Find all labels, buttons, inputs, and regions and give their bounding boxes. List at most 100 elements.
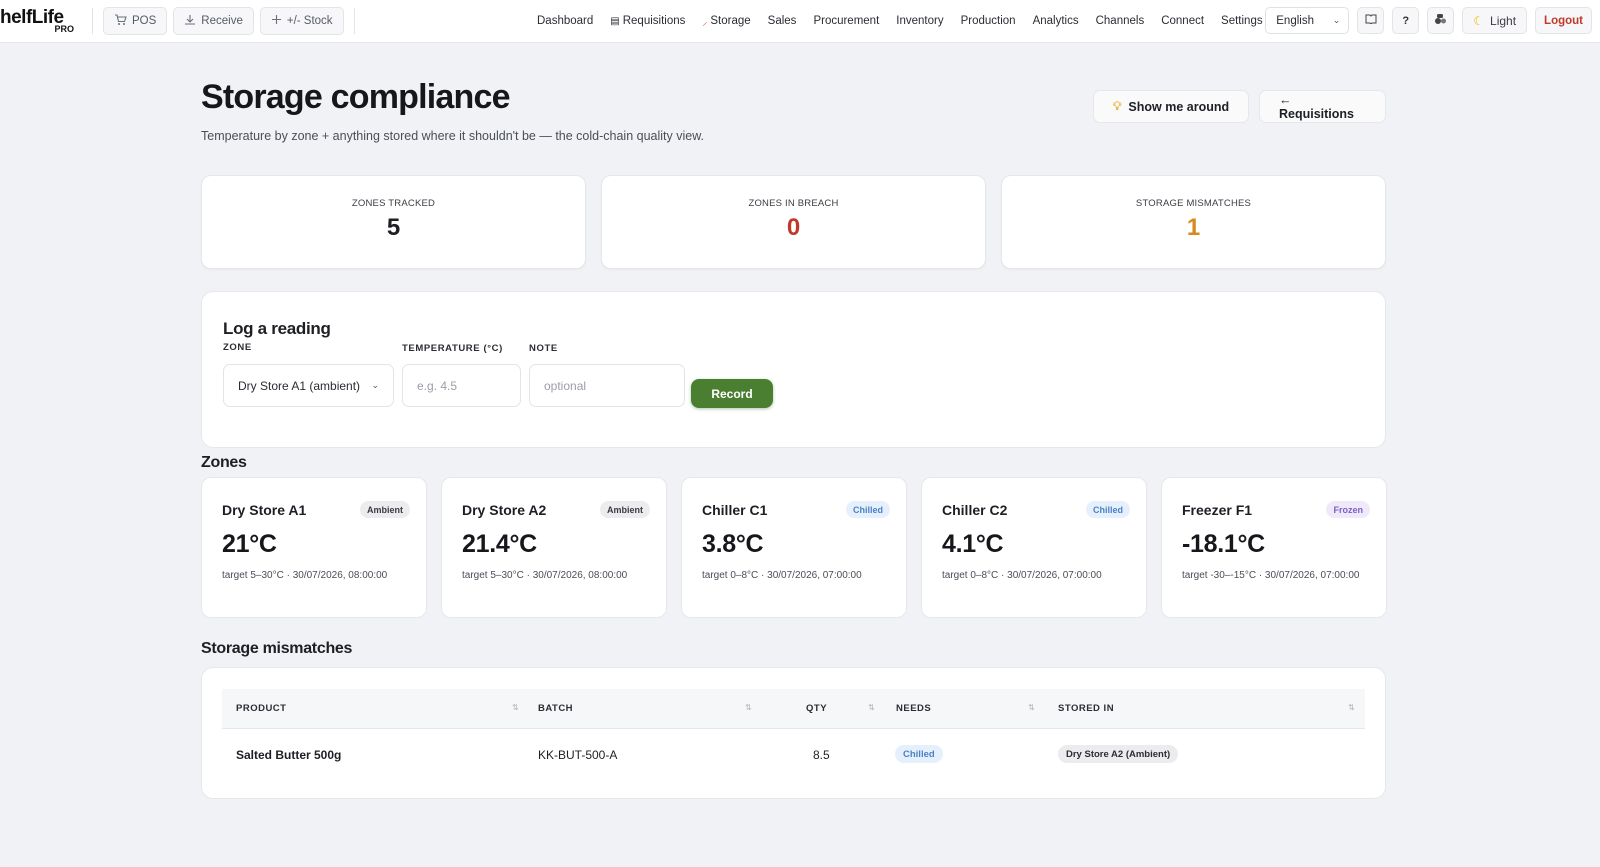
- record-button[interactable]: Record: [691, 379, 773, 408]
- zone-type-badge: Chilled: [1085, 501, 1130, 518]
- toolbar-right: English ⌄ ? ☾ Light Logout: [1265, 7, 1592, 34]
- column-header-needs[interactable]: NEEDS: [896, 703, 931, 714]
- show-me-around-button[interactable]: 💡︎ Show me around: [1093, 90, 1250, 123]
- nav-connect[interactable]: Connect: [1161, 15, 1204, 27]
- stat-value: 5: [386, 214, 401, 241]
- log-reading-card: Log a reading ZONE Dry Store A1 (ambient…: [201, 291, 1386, 448]
- top-bar: helfLife PRO POS Receive +/- Stock Dashb…: [0, 0, 1600, 43]
- manual-button[interactable]: [1357, 7, 1385, 34]
- divider: [353, 8, 355, 34]
- help-icon: ?: [1402, 14, 1410, 27]
- nav-analytics[interactable]: Analytics: [1033, 15, 1079, 27]
- column-header-product[interactable]: PRODUCT: [236, 703, 286, 714]
- zones-title: Zones: [201, 454, 247, 471]
- zone-name: Dry Store A2: [462, 502, 547, 518]
- theme-label: Light: [1490, 13, 1517, 28]
- help-button[interactable]: ?: [1392, 7, 1420, 34]
- mismatches-title: Storage mismatches: [201, 640, 353, 657]
- book-icon: [1365, 14, 1377, 27]
- nav-label: Storage: [710, 15, 751, 27]
- cell-batch: KK-BUT-500-A: [538, 748, 618, 762]
- nav-storage[interactable]: ⸝ Storage: [702, 14, 750, 28]
- zone-card[interactable]: Dry Store A2 Ambient 21.4°C target 5–30°…: [441, 477, 667, 618]
- back-label: ← Requisitions: [1279, 92, 1355, 121]
- sort-icon[interactable]: ⇅: [1028, 703, 1035, 712]
- temperature-label: TEMPERATURE (°C): [402, 343, 503, 354]
- column-header-batch[interactable]: BATCH: [538, 703, 573, 714]
- note-input[interactable]: optional: [529, 364, 685, 407]
- nav-production[interactable]: Production: [961, 15, 1016, 27]
- sort-icon[interactable]: ⇅: [745, 703, 752, 712]
- nav-sales[interactable]: Sales: [768, 15, 797, 27]
- receive-label: Receive: [201, 15, 243, 27]
- nav-dashboard[interactable]: Dashboard: [537, 15, 593, 27]
- zone-name: Chiller C1: [702, 502, 768, 518]
- zone-name: Freezer F1: [1182, 502, 1253, 518]
- note-label: NOTE: [529, 343, 558, 354]
- temperature-placeholder: e.g. 4.5: [417, 378, 458, 393]
- theme-toggle[interactable]: ☾ Light: [1462, 7, 1528, 34]
- zone-select[interactable]: Dry Store A1 (ambient) ⌄: [223, 364, 394, 407]
- log-reading-title: Log a reading: [223, 319, 331, 338]
- download-icon: [184, 14, 196, 29]
- sort-icon[interactable]: ⇅: [1348, 703, 1355, 712]
- logout-button[interactable]: Logout: [1535, 7, 1592, 34]
- zone-card[interactable]: Chiller C2 Chilled 4.1°C target 0–8°C · …: [921, 477, 1147, 618]
- nav-label: Analytics: [1032, 15, 1079, 27]
- cart-icon: [114, 13, 127, 29]
- back-to-requisitions-button[interactable]: ← Requisitions: [1259, 90, 1386, 123]
- zone-type-badge: Ambient: [360, 501, 410, 518]
- nav-label: Sales: [767, 15, 797, 27]
- nav-procurement[interactable]: Procurement: [813, 15, 879, 27]
- zone-card[interactable]: Freezer F1 Frozen -18.1°C target -30–-15…: [1161, 477, 1387, 618]
- zone-target-meta: target 5–30°C · 30/07/2026, 08:00:00: [222, 570, 388, 581]
- stat-label: ZONES TRACKED: [351, 198, 436, 209]
- nav-inventory[interactable]: Inventory: [896, 15, 943, 27]
- zone-temperature: -18.1°C: [1182, 530, 1265, 558]
- temperature-input[interactable]: e.g. 4.5: [402, 364, 521, 407]
- stat-storage-mismatches: STORAGE MISMATCHES 1: [1001, 175, 1386, 269]
- nav-settings[interactable]: Settings: [1221, 15, 1263, 27]
- nav-label: Inventory: [896, 15, 944, 27]
- zone-type-badge: Chilled: [845, 501, 890, 518]
- needs-badge: Chilled: [895, 745, 943, 763]
- zone-card[interactable]: Chiller C1 Chilled 3.8°C target 0–8°C · …: [681, 477, 907, 618]
- zone-temperature: 21.4°C: [462, 530, 537, 558]
- moon-icon: ☾: [1473, 13, 1485, 28]
- chevron-down-icon: ⌄: [1332, 15, 1341, 25]
- zone-card[interactable]: Dry Store A1 Ambient 21°C target 5–30°C …: [201, 477, 427, 618]
- zone-target-meta: target 5–30°C · 30/07/2026, 08:00:00: [462, 570, 628, 581]
- adjust-stock-button[interactable]: +/- Stock: [259, 7, 344, 35]
- note-placeholder: optional: [544, 378, 587, 393]
- show-me-around-label: Show me around: [1128, 99, 1230, 114]
- zone-type-badge: Frozen: [1326, 501, 1370, 518]
- zone-name: Chiller C2: [942, 502, 1008, 518]
- nav-label: Requisitions: [622, 15, 686, 27]
- cell-product: Salted Butter 500g: [236, 748, 342, 762]
- pos-button[interactable]: POS: [103, 7, 168, 35]
- nav-channels[interactable]: Channels: [1096, 15, 1145, 27]
- stored-in-badge: Dry Store A2 (Ambient): [1058, 745, 1179, 763]
- brand-logo[interactable]: helfLife PRO: [0, 8, 80, 34]
- zone-select-value: Dry Store A1 (ambient): [238, 378, 361, 393]
- cell-qty: 8.5: [813, 748, 830, 762]
- column-header-stored-in[interactable]: STORED IN: [1058, 703, 1114, 714]
- stat-label: ZONES IN BREACH: [748, 198, 839, 209]
- stat-zones-in-breach: ZONES IN BREACH 0: [601, 175, 986, 269]
- assistant-button[interactable]: [1427, 7, 1455, 34]
- receive-button[interactable]: Receive: [173, 7, 254, 35]
- nav-requisitions[interactable]: ▤ Requisitions: [610, 15, 685, 27]
- logout-label: Logout: [1544, 14, 1583, 27]
- zone-label: ZONE: [223, 342, 252, 353]
- column-header-qty[interactable]: QTY: [806, 703, 827, 714]
- language-select[interactable]: English ⌄: [1265, 7, 1350, 34]
- zone-target-meta: target 0–8°C · 30/07/2026, 07:00:00: [702, 570, 862, 581]
- zone-target-meta: target -30–-15°C · 30/07/2026, 07:00:00: [1182, 570, 1360, 581]
- language-value: English: [1276, 14, 1314, 27]
- nav-label: Settings: [1221, 15, 1263, 27]
- sort-icon[interactable]: ⇅: [868, 703, 875, 712]
- brand-sub: PRO: [54, 24, 74, 34]
- mismatches-card: PRODUCT ⇅ BATCH ⇅ QTY ⇅ NEEDS ⇅ STORED I…: [201, 667, 1386, 799]
- lightbulb-icon: 💡︎: [1113, 99, 1122, 113]
- sort-icon[interactable]: ⇅: [512, 703, 519, 712]
